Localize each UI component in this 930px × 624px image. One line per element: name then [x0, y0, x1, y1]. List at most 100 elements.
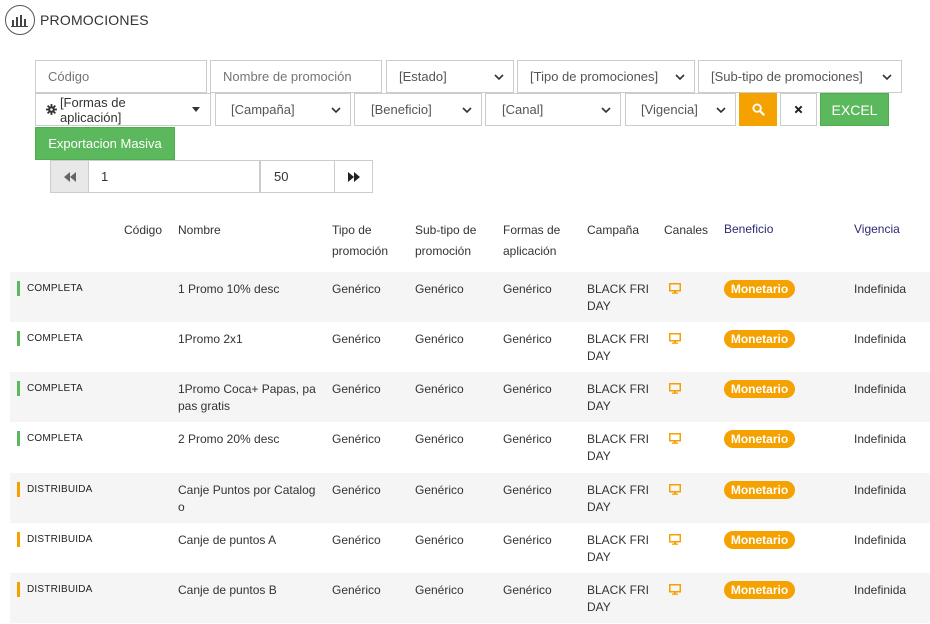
campana-select-value: [Campaña] — [231, 102, 295, 117]
promo-validity: Indefinida — [854, 382, 907, 396]
benefit-badge: Monetario — [724, 481, 795, 499]
nombre-input[interactable] — [210, 60, 382, 93]
subtipo-select-value: [Sub-tipo de promociones] — [711, 69, 863, 84]
col-formas-line2: aplicación — [503, 244, 557, 258]
page-header: PROMOCIONES — [5, 5, 149, 35]
col-campana: Campaña — [587, 223, 640, 237]
promo-campaign: BLACK FRIDAY — [587, 382, 650, 413]
promo-application: Genérico — [503, 282, 552, 296]
status-label: DISTRIBUIDA — [27, 534, 93, 545]
promo-name: 1 Promo 10% desc — [178, 282, 280, 296]
canal-select[interactable]: [Canal] — [485, 93, 621, 126]
col-tipo-line2: promoción — [332, 244, 389, 258]
table-row[interactable]: DISTRIBUIDA Canje de puntos B Genérico Gené… — [10, 573, 930, 623]
clear-filters-button[interactable] — [780, 93, 817, 126]
benefit-badge: Monetario — [724, 581, 795, 599]
table-row[interactable]: COMPLETA 1Promo Coca+ Papas, papas gratis… — [10, 372, 930, 422]
promo-name: 2 Promo 20% desc — [178, 432, 280, 446]
promo-type: Genérico — [332, 483, 381, 497]
promo-type: Genérico — [332, 332, 381, 346]
promo-application: Genérico — [503, 583, 552, 597]
table-row[interactable]: DISTRIBUIDA Canje de puntos A Genérico Gené… — [10, 523, 930, 573]
status-indicator — [17, 331, 20, 346]
search-button[interactable] — [739, 93, 777, 126]
col-subtipo-line2: promoción — [415, 244, 472, 258]
chevron-down-icon — [601, 106, 611, 113]
canal-select-value: [Canal] — [502, 102, 544, 117]
status-indicator — [17, 482, 20, 497]
excel-button[interactable]: EXCEL — [820, 93, 889, 126]
table-row[interactable]: COMPLETA 1 Promo 10% desc Genérico Genérico… — [10, 272, 930, 322]
table-row[interactable]: COMPLETA 2 Promo 20% desc Genérico Genérico… — [10, 422, 930, 472]
promo-subtype: Genérico — [415, 483, 464, 497]
formas-dropdown[interactable]: [Formas de aplicación] — [35, 93, 211, 126]
promo-campaign: BLACK FRIDAY — [587, 432, 650, 463]
benefit-badge: Monetario — [724, 280, 795, 298]
promo-application: Genérico — [503, 483, 552, 497]
fast-forward-icon — [347, 171, 360, 182]
page-size-input[interactable] — [260, 160, 335, 193]
promo-subtype: Genérico — [415, 533, 464, 547]
promo-name: Canje de puntos A — [178, 533, 277, 547]
promo-type: Genérico — [332, 432, 381, 446]
promo-type: Genérico — [332, 533, 381, 547]
promo-validity: Indefinida — [854, 332, 907, 346]
promo-campaign: BLACK FRIDAY — [587, 282, 650, 313]
promo-validity: Indefinida — [854, 432, 907, 446]
promo-subtype: Genérico — [415, 583, 464, 597]
col-formas-line1: Formas de — [503, 223, 561, 237]
benefit-badge: Monetario — [724, 430, 795, 448]
promo-type: Genérico — [332, 583, 381, 597]
first-page-button[interactable] — [50, 160, 89, 193]
caret-down-icon — [192, 106, 200, 112]
desktop-icon — [669, 333, 681, 344]
tipo-select-value: [Tipo de promociones] — [530, 69, 659, 84]
chevron-down-icon — [716, 106, 726, 113]
promo-validity: Indefinida — [854, 583, 907, 597]
vigencia-select[interactable]: [Vigencia] — [625, 93, 736, 126]
codigo-input[interactable] — [35, 60, 207, 93]
fast-backward-icon — [63, 171, 76, 182]
col-formas: Formas de aplicación — [503, 220, 560, 262]
status-label: COMPLETA — [27, 283, 83, 294]
promo-validity: Indefinida — [854, 533, 907, 547]
status-indicator — [17, 281, 20, 296]
promo-name: Canje de puntos B — [178, 583, 277, 597]
beneficio-select[interactable]: [Beneficio] — [354, 93, 482, 126]
col-vigencia: Vigencia — [854, 222, 900, 236]
benefit-badge: Monetario — [724, 380, 795, 398]
export-masiva-button[interactable]: Exportacion Masiva — [35, 127, 175, 160]
beneficio-select-value: [Beneficio] — [371, 102, 432, 117]
estado-select[interactable]: [Estado] — [386, 60, 514, 93]
status-label: DISTRIBUIDA — [27, 584, 93, 595]
promo-type: Genérico — [332, 382, 381, 396]
promo-name: Canje Puntos por Catalogo — [178, 483, 316, 514]
page-number-input[interactable] — [88, 160, 260, 193]
table-row[interactable]: DISTRIBUIDA Canje Puntos por Catalogo Gené… — [10, 473, 930, 523]
col-canales: Canales — [664, 223, 709, 237]
promo-subtype: Genérico — [415, 432, 464, 446]
table-row[interactable]: COMPLETA 1Promo 2x1 Genérico Genérico Genéri… — [10, 322, 930, 372]
col-beneficio: Beneficio — [724, 222, 774, 236]
estado-select-value: [Estado] — [399, 69, 447, 84]
campana-select[interactable]: [Campaña] — [215, 93, 351, 126]
promo-campaign: BLACK FRIDAY — [587, 583, 650, 614]
next-page-button[interactable] — [334, 160, 373, 193]
benefit-badge: Monetario — [724, 531, 795, 549]
search-icon — [751, 103, 765, 116]
tipo-select[interactable]: [Tipo de promociones] — [517, 60, 695, 93]
subtipo-select[interactable]: [Sub-tipo de promociones] — [698, 60, 902, 93]
promo-validity: Indefinida — [854, 282, 907, 296]
table-header: Código Nombre Tipo de promoción Sub-tipo … — [0, 220, 930, 270]
status-label: COMPLETA — [27, 433, 83, 444]
vigencia-select-value: [Vigencia] — [641, 102, 698, 117]
col-subtipo: Sub-tipo de promoción — [415, 220, 476, 262]
promo-application: Genérico — [503, 382, 552, 396]
promo-name: 1Promo Coca+ Papas, papas gratis — [178, 382, 316, 413]
chevron-down-icon — [882, 73, 892, 80]
status-indicator — [17, 381, 20, 396]
promo-subtype: Genérico — [415, 282, 464, 296]
status-indicator — [17, 532, 20, 547]
chevron-down-icon — [331, 106, 341, 113]
gear-icon — [46, 104, 57, 115]
